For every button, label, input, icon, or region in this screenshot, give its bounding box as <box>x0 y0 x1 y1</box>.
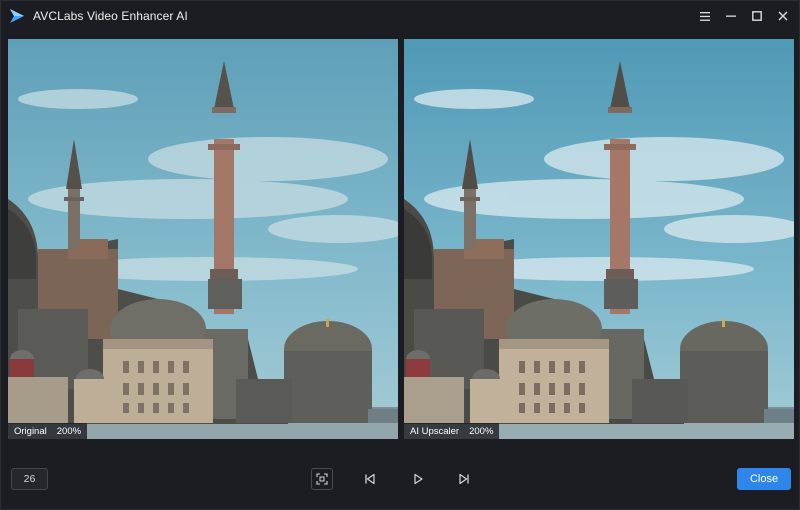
upscaled-zoom-text: 200% <box>469 425 494 437</box>
frame-number-field[interactable]: 26 <box>11 468 48 490</box>
maximize-icon[interactable] <box>747 6 767 26</box>
upscaled-frame-image <box>404 39 794 439</box>
minimize-icon[interactable] <box>721 6 741 26</box>
original-zoom-text: 200% <box>56 425 82 437</box>
original-preview: Original 200% <box>8 39 398 439</box>
skip-forward-icon <box>459 473 469 485</box>
previous-frame-button[interactable] <box>359 468 381 490</box>
upscaled-preview: AI Upscaler 200% <box>404 39 794 439</box>
play-icon <box>414 473 423 485</box>
play-button[interactable] <box>407 468 429 490</box>
skip-back-icon <box>365 473 375 485</box>
window-controls <box>695 6 793 26</box>
title-bar: AVCLabs Video Enhancer AI <box>1 1 799 31</box>
original-frame-image <box>8 39 398 439</box>
playback-bar: 26 Close <box>1 447 799 510</box>
playback-controls <box>311 468 475 490</box>
upscaled-label-text: AI Upscaler <box>410 425 460 437</box>
upscaled-label: AI Upscaler 200% <box>404 423 500 439</box>
menu-icon[interactable] <box>695 6 715 26</box>
close-button[interactable]: Close <box>737 468 791 490</box>
app-logo-icon <box>10 9 24 23</box>
next-frame-button[interactable] <box>453 468 475 490</box>
fit-screen-icon <box>316 473 328 485</box>
fit-to-screen-button[interactable] <box>311 468 333 490</box>
app-window: AVCLabs Video Enhancer AI Original 200% … <box>0 0 800 510</box>
window-title: AVCLabs Video Enhancer AI <box>33 9 188 23</box>
close-icon[interactable] <box>773 6 793 26</box>
original-label-text: Original <box>14 425 47 437</box>
original-label: Original 200% <box>8 423 88 439</box>
